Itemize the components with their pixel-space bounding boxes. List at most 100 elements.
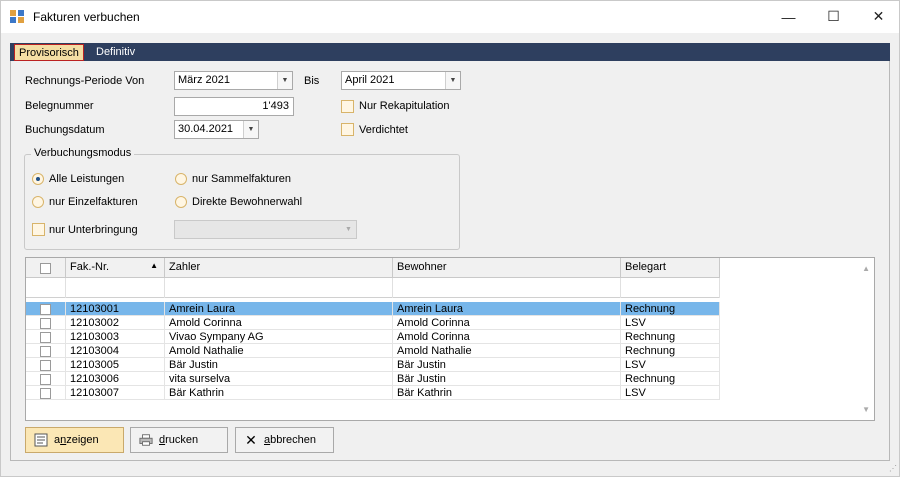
tab-panel: Rechnungs-Periode Von März 2021 ▼ Bis Ap… [10,61,890,461]
tab-bar: Provisorisch Definitiv [10,43,890,61]
bewohner-cell: Bär Kathrin [393,386,621,400]
column-header-belegart[interactable]: Belegart [621,258,720,278]
row-checkbox[interactable] [40,317,51,329]
table-row[interactable]: 12103003 Vivao Sympany AG Amold Corinna … [26,330,720,344]
belegart-cell: Rechnung [621,344,720,358]
radio-nur-einzelfakturen[interactable] [32,196,44,208]
fak-nr-cell: 12103003 [66,330,165,344]
row-select-cell[interactable] [26,358,66,372]
chevron-down-icon[interactable]: ▼ [445,72,460,89]
filter-row [26,278,720,298]
column-header-bewohner[interactable]: Bewohner [393,258,621,278]
maximize-button[interactable]: ☐ [811,1,856,32]
verdichtet-checkbox[interactable] [341,123,354,136]
anzeigen-label: anzeigen [54,434,99,446]
tab-definitiv[interactable]: Definitiv [92,44,139,61]
belegart-cell: Rechnung [621,302,720,316]
zahler-cell: vita surselva [165,372,393,386]
table-row[interactable]: 12103002 Amold Corinna Amold Corinna LSV [26,316,720,330]
bewohner-cell: Amold Corinna [393,316,621,330]
zahler-cell: Amrein Laura [165,302,393,316]
grid-header: Fak.-Nr. ▲ Zahler Bewohner Belegart [26,258,720,278]
cancel-icon: ✕ [245,431,257,448]
verbuchungsmodus-group: Verbuchungsmodus Alle Leistungen nur Sam… [24,147,460,250]
bewohner-cell: Bär Justin [393,358,621,372]
nur-einzelfakturen-label: nur Einzelfakturen [49,196,138,208]
row-checkbox[interactable] [40,303,51,315]
tab-provisorisch[interactable]: Provisorisch [14,44,84,61]
period-to-select[interactable]: April 2021 ▼ [341,71,461,90]
row-select-cell[interactable] [26,386,66,400]
zahler-cell: Vivao Sympany AG [165,330,393,344]
filter-belegart[interactable] [621,278,720,298]
filter-zahler[interactable] [165,278,393,298]
zahler-cell: Amold Nathalie [165,344,393,358]
minimize-button[interactable]: — [766,1,811,32]
filter-bewohner[interactable] [393,278,621,298]
belegart-cell: Rechnung [621,330,720,344]
resize-grip-icon[interactable]: ⋰ [889,464,897,473]
zahler-cell: Bär Kathrin [165,386,393,400]
period-from-value: März 2021 [178,74,230,86]
row-checkbox[interactable] [40,387,51,399]
period-to-label: Bis [304,75,320,87]
bewohner-cell: Amrein Laura [393,302,621,316]
bewohner-cell: Bär Justin [393,372,621,386]
verdichtet-label: Verdichtet [359,124,408,136]
unterbringung-select[interactable]: ▼ [174,220,357,239]
row-select-cell[interactable] [26,344,66,358]
fak-nr-cell: 12103005 [66,358,165,372]
table-row[interactable]: 12103004 Amold Nathalie Amold Nathalie R… [26,344,720,358]
window-title: Fakturen verbuchen [33,10,140,24]
nur-rekapitulation-checkbox[interactable] [341,100,354,113]
belegnummer-label: Belegnummer [25,100,94,112]
grid-rows: 12103001 Amrein Laura Amrein Laura Rechn… [26,302,720,400]
radio-nur-sammelfakturen[interactable] [175,173,187,185]
zahler-cell: Bär Justin [165,358,393,372]
row-select-cell[interactable] [26,316,66,330]
row-select-cell[interactable] [26,302,66,316]
row-checkbox[interactable] [40,331,51,343]
buchungsdatum-picker[interactable]: 30.04.2021 ▼ [174,120,259,139]
nur-unterbringung-checkbox[interactable] [32,223,45,236]
row-select-cell[interactable] [26,330,66,344]
table-row[interactable]: 12103005 Bär Justin Bär Justin LSV [26,358,720,372]
column-label: Fak.-Nr. [70,261,110,273]
chevron-down-icon[interactable]: ▼ [243,121,258,138]
select-all-checkbox[interactable] [40,262,51,274]
document-icon [34,433,48,447]
buchungsdatum-label: Buchungsdatum [25,124,105,136]
window: Fakturen verbuchen — ☐ ✕ Provisorisch De… [0,0,900,477]
period-from-select[interactable]: März 2021 ▼ [174,71,293,90]
drucken-label: drucken [159,434,199,446]
filter-fak-nr[interactable] [66,278,165,298]
scroll-down-icon[interactable]: ▼ [862,405,870,414]
row-checkbox[interactable] [40,373,51,385]
row-checkbox[interactable] [40,345,51,357]
table-row[interactable]: 12103007 Bär Kathrin Bär Kathrin LSV [26,386,720,400]
drucken-button[interactable]: drucken [130,427,228,453]
close-button[interactable]: ✕ [856,1,900,32]
abbrechen-button[interactable]: ✕ abbrechen [235,427,334,453]
column-header-fak-nr[interactable]: Fak.-Nr. ▲ [66,258,165,278]
anzeigen-button[interactable]: anzeigen [25,427,124,453]
column-header-zahler[interactable]: Zahler [165,258,393,278]
select-all-header[interactable] [26,258,66,278]
nur-rekapitulation-label: Nur Rekapitulation [359,100,450,112]
buchungsdatum-value: 30.04.2021 [178,123,234,135]
belegnummer-field[interactable]: 1'493 [174,97,294,116]
scroll-up-icon[interactable]: ▲ [862,264,870,273]
app-icon [10,10,24,23]
chevron-down-icon[interactable]: ▼ [277,72,292,89]
row-checkbox[interactable] [40,359,51,371]
belegart-cell: LSV [621,386,720,400]
table-row[interactable]: 12103001 Amrein Laura Amrein Laura Rechn… [26,302,720,316]
table-row[interactable]: 12103006 vita surselva Bär Justin Rechnu… [26,372,720,386]
radio-direkte-bewohnerwahl[interactable] [175,196,187,208]
period-from-label: Rechnungs-Periode Von [25,75,145,87]
belegart-cell: Rechnung [621,372,720,386]
nur-unterbringung-label: nur Unterbringung [49,224,138,236]
row-select-cell[interactable] [26,372,66,386]
radio-alle-leistungen[interactable] [32,173,44,185]
nur-sammelfakturen-label: nur Sammelfakturen [192,173,292,185]
